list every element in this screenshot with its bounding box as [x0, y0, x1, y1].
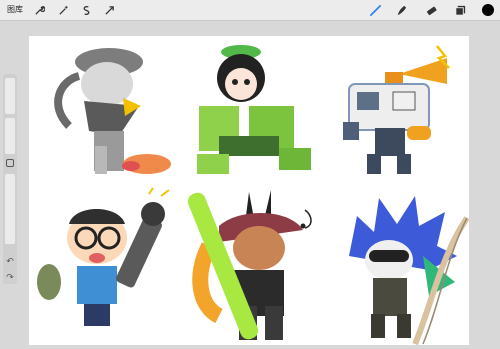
- chibi-bunny-bazooka: [187, 190, 312, 340]
- selection-icon[interactable]: [79, 3, 93, 17]
- brush-icon[interactable]: [368, 3, 382, 17]
- chibi-robot-megaphone: [343, 45, 450, 174]
- color-swatch-icon[interactable]: [481, 3, 495, 17]
- left-sidebar: ↶ ↷: [3, 74, 17, 284]
- modify-button[interactable]: [5, 158, 15, 168]
- smudge-icon[interactable]: [394, 3, 408, 17]
- top-toolbar: 图库: [0, 0, 500, 21]
- magic-wand-icon[interactable]: [56, 3, 70, 17]
- layers-icon[interactable]: [453, 3, 467, 17]
- wrench-icon[interactable]: [32, 3, 46, 17]
- redo-button[interactable]: ↷: [4, 272, 16, 284]
- chibi-green-mech-girl: [197, 45, 311, 174]
- transform-arrow-icon[interactable]: [102, 3, 116, 17]
- sidebar-slider[interactable]: [5, 174, 15, 244]
- gallery-button[interactable]: 图库: [7, 3, 23, 17]
- drawing-canvas[interactable]: [29, 36, 469, 345]
- chibi-knight-hat: [54, 48, 171, 174]
- opacity-slider[interactable]: [5, 118, 15, 154]
- chibi-blue-hair-blade: [349, 196, 469, 345]
- eraser-icon[interactable]: [424, 3, 438, 17]
- brush-size-slider[interactable]: [5, 78, 15, 114]
- undo-button[interactable]: ↶: [4, 256, 16, 268]
- chibi-boy-cannon: [37, 187, 170, 326]
